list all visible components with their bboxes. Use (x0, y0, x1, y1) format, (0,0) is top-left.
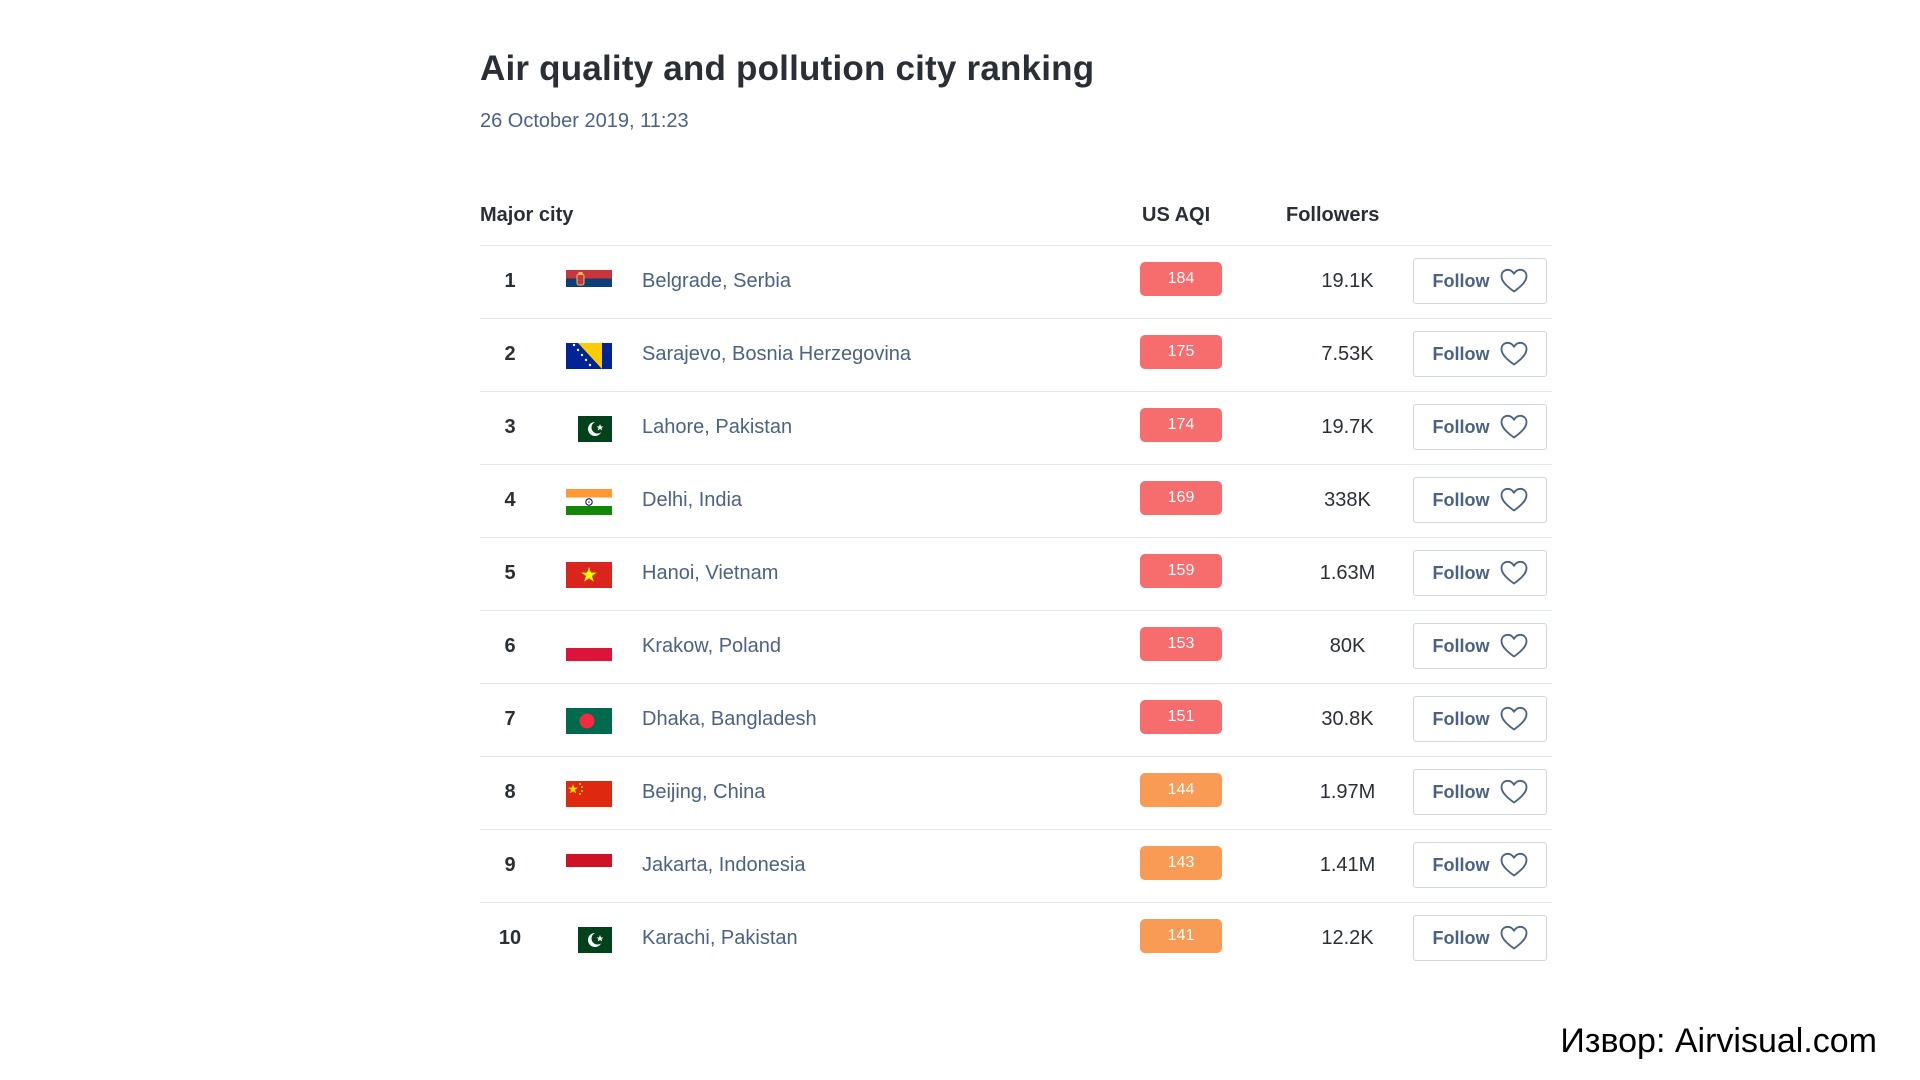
column-header-city: Major city (480, 204, 574, 226)
china-flag (566, 781, 612, 807)
row-rank: 2 (504, 343, 516, 365)
ranking-table-body: 1 Belgrade, Serbia 184 19.1K Follow 2 Sarajevo… (480, 246, 1552, 976)
city-link[interactable]: Dhaka, Bangladesh (642, 708, 817, 731)
pakistan-flag (566, 927, 612, 953)
table-row: 5 Hanoi, Vietnam 159 1.63M Follow (480, 538, 1552, 611)
follow-button-label: Follow (1432, 489, 1490, 510)
follow-button[interactable]: Follow (1413, 915, 1547, 961)
bosnia-flag (566, 343, 612, 369)
followers-count: 1.97M (1319, 781, 1376, 803)
follow-button-label: Follow (1432, 854, 1490, 875)
heart-outline-icon (1500, 852, 1527, 877)
ranking-page: Air quality and pollution city ranking 2… (480, 44, 1552, 976)
aqi-badge: 141 (1140, 919, 1222, 953)
bangladesh-flag (566, 708, 612, 734)
row-rank: 4 (504, 489, 516, 511)
follow-button-label: Follow (1432, 927, 1490, 948)
city-link[interactable]: Krakow, Poland (642, 635, 781, 658)
row-rank: 3 (504, 416, 516, 438)
column-header-followers: Followers (1286, 204, 1380, 226)
india-flag (566, 489, 612, 515)
aqi-badge: 144 (1140, 773, 1222, 807)
city-link[interactable]: Belgrade, Serbia (642, 270, 791, 293)
aqi-badge: 175 (1140, 335, 1222, 369)
city-link[interactable]: Lahore, Pakistan (642, 416, 792, 439)
row-rank: 10 (498, 927, 522, 949)
follow-button[interactable]: Follow (1413, 550, 1547, 596)
follow-button-label: Follow (1432, 416, 1490, 437)
follow-button-label: Follow (1432, 708, 1490, 729)
followers-count: 1.41M (1319, 854, 1376, 876)
follow-button-label: Follow (1432, 343, 1490, 364)
table-row: 8 Beijing, China 144 1.97M Follow (480, 757, 1552, 830)
heart-outline-icon (1500, 779, 1527, 804)
city-link[interactable]: Karachi, Pakistan (642, 927, 798, 950)
city-link[interactable]: Sarajevo, Bosnia Herzegovina (642, 343, 911, 366)
follow-button[interactable]: Follow (1413, 623, 1547, 669)
heart-outline-icon (1500, 560, 1527, 585)
ranking-date: 26 October 2019, 11:23 (480, 110, 689, 132)
aqi-badge: 159 (1140, 554, 1222, 588)
followers-count: 19.1K (1321, 270, 1374, 292)
heart-outline-icon (1500, 414, 1527, 439)
table-row: 10 Karachi, Pakistan 141 12.2K Follow (480, 903, 1552, 976)
heart-outline-icon (1500, 706, 1527, 731)
city-link[interactable]: Delhi, India (642, 489, 742, 512)
followers-count: 338K (1324, 489, 1371, 511)
page-title: Air quality and pollution city ranking (480, 49, 1095, 88)
table-row: 7 Dhaka, Bangladesh 151 30.8K Follow (480, 684, 1552, 757)
row-rank: 5 (504, 562, 516, 584)
aqi-badge: 143 (1140, 846, 1222, 880)
row-rank: 8 (504, 781, 516, 803)
aqi-badge: 169 (1140, 481, 1222, 515)
follow-button[interactable]: Follow (1413, 258, 1547, 304)
follow-button[interactable]: Follow (1413, 404, 1547, 450)
follow-button-label: Follow (1432, 635, 1490, 656)
aqi-badge: 184 (1140, 262, 1222, 296)
table-header: Major city US AQI Followers (480, 194, 1552, 246)
followers-count: 80K (1329, 635, 1366, 657)
indonesia-flag (566, 854, 612, 880)
city-link[interactable]: Hanoi, Vietnam (642, 562, 778, 585)
row-rank: 7 (504, 708, 516, 730)
follow-button[interactable]: Follow (1413, 769, 1547, 815)
row-rank: 9 (504, 854, 516, 876)
table-row: 3 Lahore, Pakistan 174 19.7K Follow (480, 392, 1552, 465)
table-row: 1 Belgrade, Serbia 184 19.1K Follow (480, 246, 1552, 319)
table-row: 2 Sarajevo, Bosnia Herzegovina 175 7.53K Fol… (480, 319, 1552, 392)
row-rank: 1 (504, 270, 516, 292)
followers-count: 1.63M (1319, 562, 1376, 584)
table-row: 4 Delhi, India 169 338K Follow (480, 465, 1552, 538)
aqi-badge: 151 (1140, 700, 1222, 734)
pakistan-flag (566, 416, 612, 442)
followers-count: 19.7K (1321, 416, 1374, 438)
followers-count: 30.8K (1321, 708, 1374, 730)
source-caption: Извор: Airvisual.com (1560, 1022, 1877, 1060)
heart-outline-icon (1500, 633, 1527, 658)
poland-flag (566, 635, 612, 661)
heart-outline-icon (1500, 925, 1527, 950)
heart-outline-icon (1500, 268, 1527, 293)
heart-outline-icon (1500, 341, 1527, 366)
follow-button-label: Follow (1432, 270, 1490, 291)
followers-count: 12.2K (1321, 927, 1374, 949)
row-rank: 6 (504, 635, 516, 657)
city-link[interactable]: Jakarta, Indonesia (642, 854, 805, 877)
column-header-aqi: US AQI (1142, 204, 1211, 226)
follow-button-label: Follow (1432, 562, 1490, 583)
vietnam-flag (566, 562, 612, 588)
serbia-flag (566, 270, 612, 296)
follow-button[interactable]: Follow (1413, 477, 1547, 523)
aqi-badge: 153 (1140, 627, 1222, 661)
followers-count: 7.53K (1321, 343, 1374, 365)
city-link[interactable]: Beijing, China (642, 781, 765, 804)
heart-outline-icon (1500, 487, 1527, 512)
follow-button[interactable]: Follow (1413, 696, 1547, 742)
follow-button-label: Follow (1432, 781, 1490, 802)
table-row: 6 Krakow, Poland 153 80K Follow (480, 611, 1552, 684)
table-row: 9 Jakarta, Indonesia 143 1.41M Follow (480, 830, 1552, 903)
follow-button[interactable]: Follow (1413, 331, 1547, 377)
aqi-badge: 174 (1140, 408, 1222, 442)
follow-button[interactable]: Follow (1413, 842, 1547, 888)
